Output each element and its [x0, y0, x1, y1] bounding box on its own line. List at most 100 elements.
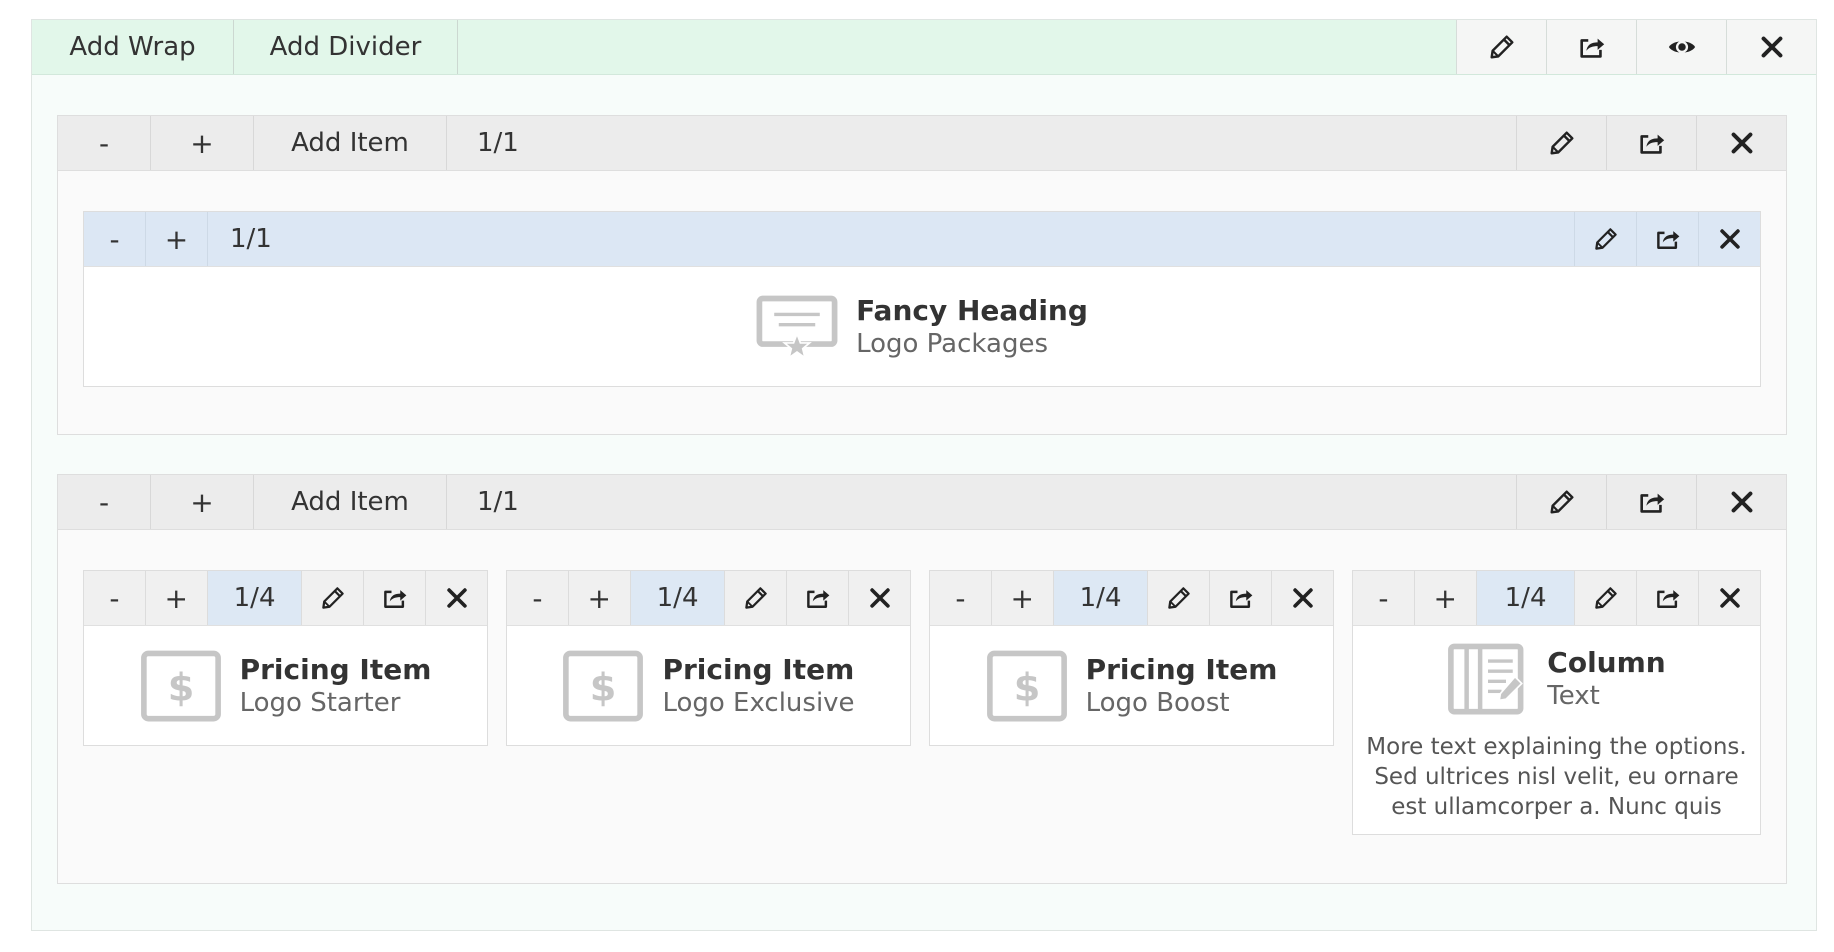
column-grow-button[interactable]: + — [992, 571, 1054, 625]
share-icon — [1577, 32, 1607, 62]
share-icon — [381, 584, 409, 612]
pricing-dollar-icon — [562, 650, 644, 722]
close-icon — [1727, 487, 1757, 517]
row-delete-button[interactable] — [1696, 475, 1786, 529]
column-export-button[interactable] — [1636, 571, 1699, 625]
row-grow-button[interactable]: + — [151, 116, 254, 170]
module-pricing-item[interactable]: Pricing Item Logo Boost — [930, 626, 1333, 745]
eye-icon — [1667, 32, 1697, 62]
column-toolbar: - + 1/4 — [1353, 571, 1760, 626]
pencil-icon — [319, 584, 347, 612]
column-delete-button[interactable] — [1698, 212, 1760, 266]
share-icon — [1227, 584, 1255, 612]
module-fancy-heading[interactable]: Fancy Heading Logo Packages — [84, 267, 1760, 386]
row-edit-button[interactable] — [1516, 116, 1606, 170]
add-item-button[interactable]: Add Item — [254, 475, 447, 529]
column-quarter-1: - + 1/4 Pricing Item Logo Starter — [83, 570, 488, 746]
column-grow-button[interactable]: + — [146, 571, 208, 625]
column-grow-button[interactable]: + — [1415, 571, 1477, 625]
column-shrink-button[interactable]: - — [84, 212, 146, 266]
column-delete-button[interactable] — [848, 571, 910, 625]
add-wrap-button[interactable]: Add Wrap — [32, 20, 234, 74]
wrap-edit-button[interactable] — [1456, 20, 1546, 74]
pencil-icon — [1487, 32, 1517, 62]
row-shrink-button[interactable]: - — [58, 116, 151, 170]
row-export-button[interactable] — [1606, 116, 1696, 170]
row-toolbar: - + Add Item 1/1 — [58, 116, 1786, 171]
pencil-icon — [1547, 128, 1577, 158]
module-column-text[interactable]: Column Text — [1353, 626, 1760, 732]
add-divider-button[interactable]: Add Divider — [234, 20, 458, 74]
column-edit-button[interactable] — [301, 571, 364, 625]
row-delete-button[interactable] — [1696, 116, 1786, 170]
row-shrink-button[interactable]: - — [58, 475, 151, 529]
column-delete-button[interactable] — [1698, 571, 1760, 625]
column-shrink-button[interactable]: - — [84, 571, 146, 625]
column-edit-button[interactable] — [724, 571, 787, 625]
column-export-button[interactable] — [1209, 571, 1272, 625]
column-fraction-label: 1/4 — [630, 571, 725, 625]
add-item-button[interactable]: Add Item — [254, 116, 447, 170]
column-grow-button[interactable]: + — [146, 212, 208, 266]
close-icon — [1716, 225, 1744, 253]
column-export-button[interactable] — [363, 571, 426, 625]
module-subtitle: Logo Packages — [856, 328, 1048, 359]
column-shrink-button[interactable]: - — [1353, 571, 1415, 625]
fancy-heading-icon — [756, 295, 838, 359]
column-edit-button[interactable] — [1574, 212, 1636, 266]
row-grow-button[interactable]: + — [151, 475, 254, 529]
wrap-preview-button[interactable] — [1636, 20, 1726, 74]
pencil-icon — [1592, 225, 1620, 253]
row-edit-button[interactable] — [1516, 475, 1606, 529]
share-icon — [1654, 225, 1682, 253]
column-edit-button[interactable] — [1574, 571, 1637, 625]
pencil-icon — [742, 584, 770, 612]
column-fraction-label: 1/4 — [1053, 571, 1148, 625]
share-icon — [804, 584, 832, 612]
column-export-button[interactable] — [1636, 212, 1698, 266]
pencil-icon — [1592, 584, 1620, 612]
module-title: Column — [1547, 646, 1666, 679]
row-export-button[interactable] — [1606, 475, 1696, 529]
column-toolbar: - + 1/4 — [84, 571, 487, 626]
column-toolbar: - + 1/4 — [507, 571, 910, 626]
wrap-delete-button[interactable] — [1726, 20, 1816, 74]
share-icon — [1637, 128, 1667, 158]
row-fraction-label: 1/1 — [477, 128, 519, 158]
row-fraction-label: 1/1 — [477, 487, 519, 517]
wrap-toolbar: Add Wrap Add Divider — [32, 20, 1816, 75]
column-edit-button[interactable] — [1147, 571, 1210, 625]
module-description: More text explaining the options. Sed ul… — [1366, 734, 1747, 820]
column-toolbar: - + 1/1 — [84, 212, 1760, 267]
column-delete-button[interactable] — [425, 571, 487, 625]
pricing-dollar-icon — [986, 650, 1068, 722]
wrap-export-button[interactable] — [1546, 20, 1636, 74]
pencil-icon — [1547, 487, 1577, 517]
close-icon — [1757, 32, 1787, 62]
wrap-toolbar-drag-area[interactable] — [458, 20, 1456, 74]
column-grow-button[interactable]: + — [569, 571, 631, 625]
module-subtitle: Logo Starter — [239, 687, 401, 718]
column-text-icon — [1447, 643, 1529, 715]
column-shrink-button[interactable]: - — [507, 571, 569, 625]
module-subtitle: Logo Exclusive — [662, 687, 855, 718]
module-title: Pricing Item — [662, 652, 855, 686]
row-toolbar: - + Add Item 1/1 — [58, 475, 1786, 530]
close-icon — [1716, 584, 1744, 612]
column-delete-button[interactable] — [1271, 571, 1333, 625]
column-shrink-button[interactable]: - — [930, 571, 992, 625]
column-fraction-label: 1/4 — [1476, 571, 1575, 625]
close-icon — [866, 584, 894, 612]
column-export-button[interactable] — [786, 571, 849, 625]
close-icon — [443, 584, 471, 612]
close-icon — [1289, 584, 1317, 612]
share-icon — [1637, 487, 1667, 517]
pencil-icon — [1165, 584, 1193, 612]
module-title: Pricing Item — [1085, 652, 1278, 686]
module-pricing-item[interactable]: Pricing Item Logo Exclusive — [507, 626, 910, 745]
column-fraction-label: 1/4 — [207, 571, 302, 625]
column-toolbar: - + 1/4 — [930, 571, 1333, 626]
module-title: Pricing Item — [239, 652, 432, 686]
column-quarter-3: - + 1/4 Pricing Item Logo Boost — [929, 570, 1334, 746]
module-pricing-item[interactable]: Pricing Item Logo Starter — [84, 626, 487, 745]
